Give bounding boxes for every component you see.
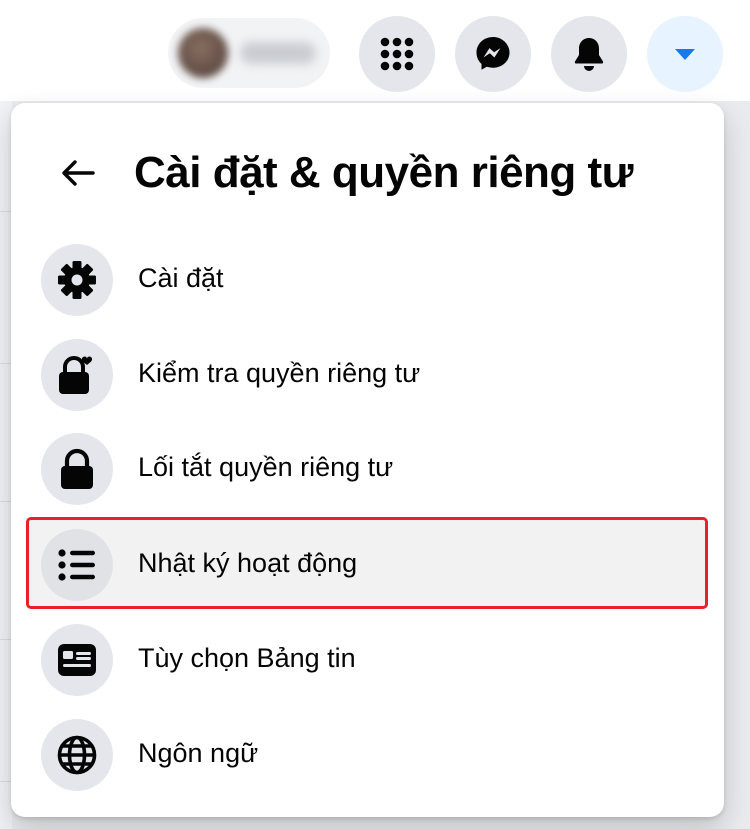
- arrow-left-icon: [62, 160, 95, 186]
- lock-heart-icon: [59, 356, 93, 394]
- menu-item-privacy-checkup[interactable]: Kiểm tra quyền riêng tư: [29, 330, 705, 416]
- menu-item-news-feed-preferences[interactable]: Tùy chọn Bảng tin: [29, 615, 705, 701]
- menu-item-label: Tùy chọn Bảng tin: [138, 643, 356, 673]
- gear-icon: [58, 261, 96, 299]
- lock-icon: [61, 448, 93, 489]
- messenger-icon: [476, 37, 510, 70]
- avatar: [178, 28, 228, 78]
- caret-down-icon: [675, 49, 695, 60]
- top-navigation-bar: [0, 0, 750, 101]
- menu-item-label: Kiểm tra quyền riêng tư: [138, 358, 421, 388]
- settings-privacy-menu: Cài đặt & quyền riêng tư Cài đặt Kiểm tr…: [11, 103, 724, 817]
- menu-button[interactable]: [359, 16, 435, 92]
- menu-item-label: Nhật ký hoạt động: [138, 548, 358, 578]
- bell-icon: [574, 38, 604, 71]
- messenger-button[interactable]: [455, 16, 531, 92]
- grid-menu-icon: [380, 37, 414, 71]
- news-feed-icon: [58, 644, 96, 676]
- menu-item-label: Cài đặt: [138, 263, 224, 293]
- list-icon: [58, 549, 95, 581]
- menu-item-language[interactable]: Ngôn ngữ: [29, 710, 705, 796]
- menu-item-privacy-shortcuts[interactable]: Lối tắt quyền riêng tư: [29, 424, 705, 510]
- menu-item-label: Lối tắt quyền riêng tư: [138, 452, 394, 482]
- back-button[interactable]: [53, 148, 103, 198]
- profile-button[interactable]: [168, 18, 330, 88]
- menu-title: Cài đặt & quyền riêng tư: [134, 148, 634, 197]
- menu-item-label: Ngôn ngữ: [138, 738, 259, 768]
- menu-item-activity-log[interactable]: Nhật ký hoạt động: [26, 517, 708, 609]
- menu-item-settings[interactable]: Cài đặt: [29, 235, 705, 321]
- notifications-button[interactable]: [551, 16, 627, 92]
- account-dropdown-button[interactable]: [647, 16, 723, 92]
- globe-icon: [57, 735, 97, 775]
- profile-name-blurred: [240, 42, 316, 64]
